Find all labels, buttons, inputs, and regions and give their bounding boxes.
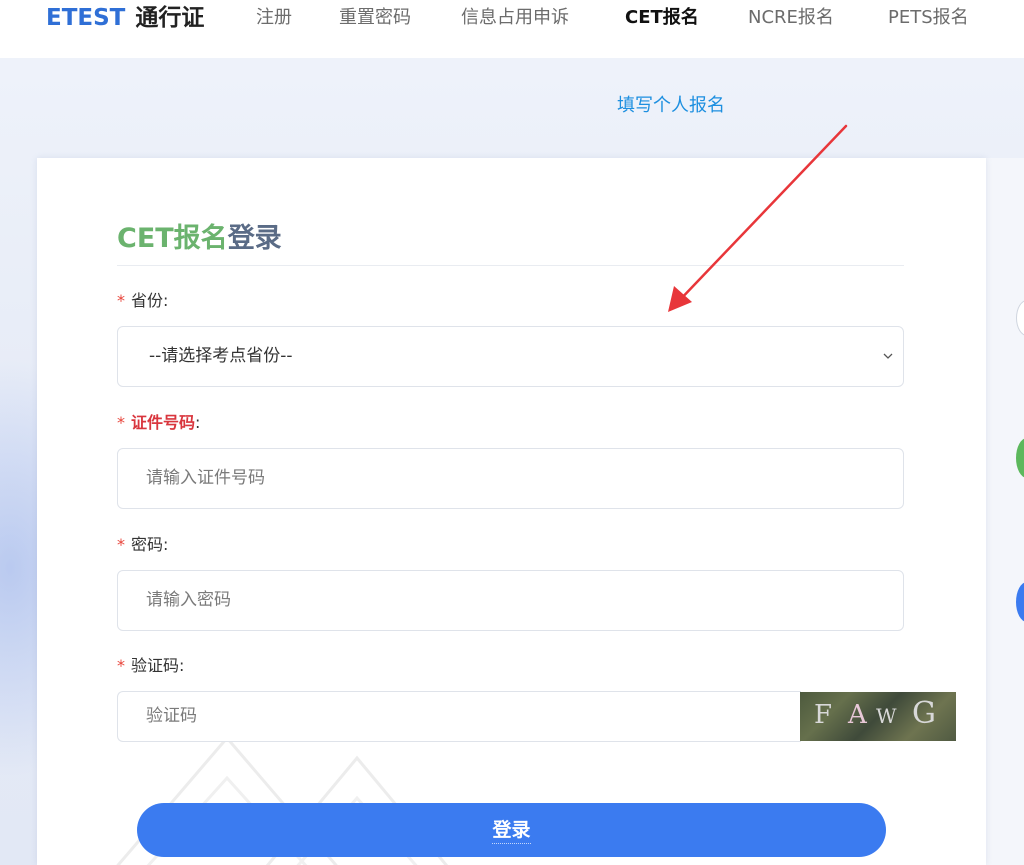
required-mark: *	[117, 656, 125, 675]
province-select[interactable]: --请选择考点省份--	[117, 326, 904, 387]
side-panel	[986, 158, 1024, 865]
province-label: * 省份:	[117, 291, 169, 310]
nav-item-register[interactable]: 注册	[256, 6, 292, 30]
nav-item-reset-password[interactable]: 重置密码	[339, 6, 411, 30]
captcha-input[interactable]: 验证码	[117, 691, 801, 742]
required-mark: *	[117, 413, 125, 432]
province-selected-value: --请选择考点省份--	[149, 346, 293, 366]
title-divider	[117, 265, 904, 266]
brand-main: ETEST	[46, 5, 126, 31]
required-mark: *	[117, 535, 125, 554]
form-title: CET报名登录	[117, 222, 282, 256]
nav-item-appeal[interactable]: 信息占用申诉	[461, 6, 569, 30]
nav-item-pets[interactable]: PETS报名	[888, 6, 969, 30]
captcha-char: G	[912, 696, 936, 731]
id-number-input[interactable]: 请输入证件号码	[117, 448, 904, 509]
top-navigation: ETEST 通行证 注册 重置密码 信息占用申诉 CET报名 NCRE报名 PET…	[0, 0, 1024, 58]
captcha-image[interactable]: F A W G	[800, 692, 956, 741]
captcha-placeholder: 验证码	[146, 706, 197, 726]
id-number-label: * 证件号码:	[117, 413, 201, 432]
login-card: CET报名登录 * 省份: --请选择考点省份-- * 证件号码: 请输入证件号码 …	[37, 158, 986, 865]
login-button[interactable]: 登录	[137, 803, 886, 857]
brand-sub: 通行证	[135, 5, 205, 31]
form-title-login: 登录	[227, 223, 282, 254]
brand-logo[interactable]: ETEST 通行证	[46, 2, 204, 34]
nav-item-ncre[interactable]: NCRE报名	[748, 6, 834, 30]
id-number-placeholder: 请输入证件号码	[146, 468, 265, 488]
personal-registration-link[interactable]: 填写个人报名	[617, 94, 725, 118]
password-label: * 密码:	[117, 535, 169, 554]
chevron-down-icon	[883, 353, 893, 359]
password-input[interactable]: 请输入密码	[117, 570, 904, 631]
required-mark: *	[117, 291, 125, 310]
side-panel-input-edge	[1016, 300, 1024, 336]
side-panel-blue-badge	[1016, 582, 1024, 622]
password-placeholder: 请输入密码	[146, 590, 231, 610]
side-panel-green-badge	[1016, 438, 1024, 478]
captcha-label: * 验证码:	[117, 656, 185, 675]
nav-item-cet[interactable]: CET报名	[625, 6, 699, 30]
form-title-cet: CET报名	[117, 223, 228, 254]
captcha-char: W	[876, 704, 897, 728]
captcha-char: A	[848, 700, 867, 730]
captcha-char: F	[814, 700, 833, 730]
